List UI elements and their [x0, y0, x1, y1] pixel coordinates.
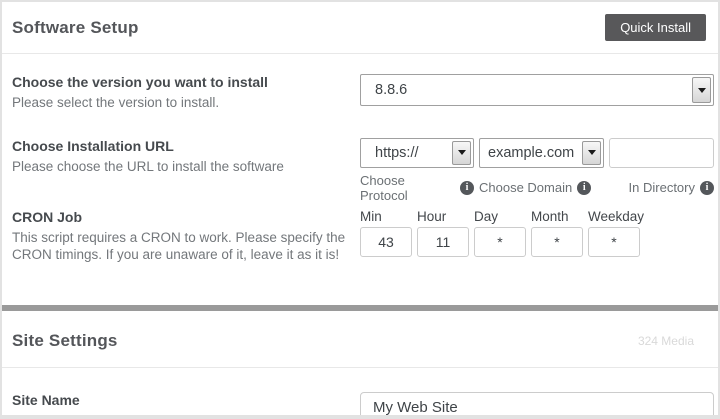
- cron-field-day: Day: [474, 209, 526, 257]
- url-input-group: https:// example.com: [360, 138, 714, 168]
- site-settings-header: Site Settings 324 Media: [2, 311, 718, 368]
- installer-page: Software Setup Quick Install Choose the …: [0, 0, 720, 419]
- cron-day-label: Day: [474, 209, 526, 224]
- directory-hint-label: In Directory: [629, 180, 695, 195]
- software-setup-title: Software Setup: [12, 18, 139, 38]
- cron-label-col: CRON Job This script requires a CRON to …: [12, 209, 360, 264]
- url-ctrl-col: https:// example.com Choose Protocol i C…: [360, 138, 714, 203]
- url-label-col: Choose Installation URL Please choose th…: [12, 138, 360, 176]
- site-name-label: Site Name: [12, 392, 350, 408]
- domain-select[interactable]: example.com: [479, 138, 604, 168]
- software-setup-header: Software Setup Quick Install: [2, 2, 718, 54]
- protocol-hint: Choose Protocol i: [360, 173, 474, 203]
- version-help: Please select the version to install.: [12, 95, 350, 112]
- installation-url-row: Choose Installation URL Please choose th…: [2, 138, 718, 203]
- domain-hint: Choose Domain i: [479, 173, 604, 203]
- version-label-col: Choose the version you want to install P…: [12, 74, 360, 112]
- directory-input[interactable]: [609, 138, 714, 168]
- cron-weekday-label: Weekday: [588, 209, 640, 224]
- cron-min-input[interactable]: [360, 227, 412, 257]
- cron-field-hour: Hour: [417, 209, 469, 257]
- domain-hint-label: Choose Domain: [479, 180, 572, 195]
- url-label: Choose Installation URL: [12, 138, 350, 154]
- cron-field-min: Min: [360, 209, 412, 257]
- cron-grid: Min Hour Day Month Weekday: [360, 209, 710, 257]
- cron-hour-label: Hour: [417, 209, 469, 224]
- url-hint-row: Choose Protocol i Choose Domain i In Dir…: [360, 173, 714, 203]
- site-name-row: Site Name: [2, 392, 718, 419]
- site-settings-title: Site Settings: [12, 331, 118, 351]
- site-name-label-col: Site Name: [12, 392, 360, 413]
- cron-hour-input[interactable]: [417, 227, 469, 257]
- chevron-down-icon[interactable]: [582, 141, 601, 165]
- cron-min-label: Min: [360, 209, 412, 224]
- version-select-value: 8.8.6: [375, 82, 407, 98]
- info-icon[interactable]: i: [577, 181, 591, 195]
- chevron-down-icon[interactable]: [452, 141, 471, 165]
- version-row: Choose the version you want to install P…: [2, 74, 718, 112]
- cron-field-month: Month: [531, 209, 583, 257]
- cron-help: This script requires a CRON to work. Ple…: [12, 230, 350, 264]
- info-icon[interactable]: i: [460, 181, 474, 195]
- domain-select-value: example.com: [488, 145, 574, 161]
- version-ctrl-col: 8.8.6: [360, 74, 714, 106]
- chevron-down-icon[interactable]: [692, 77, 711, 103]
- cron-month-input[interactable]: [531, 227, 583, 257]
- cron-field-weekday: Weekday: [588, 209, 640, 257]
- cron-ctrl-col: Min Hour Day Month Weekday: [360, 209, 710, 257]
- info-icon[interactable]: i: [700, 181, 714, 195]
- version-label: Choose the version you want to install: [12, 74, 350, 90]
- url-help: Please choose the URL to install the sof…: [12, 159, 350, 176]
- cron-weekday-input[interactable]: [588, 227, 640, 257]
- site-name-input[interactable]: [360, 392, 714, 419]
- watermark-text: 324 Media: [638, 334, 706, 348]
- cron-month-label: Month: [531, 209, 583, 224]
- quick-install-button[interactable]: Quick Install: [605, 14, 706, 41]
- cron-row: CRON Job This script requires a CRON to …: [2, 209, 718, 264]
- protocol-hint-label: Choose Protocol: [360, 173, 455, 203]
- directory-hint: In Directory i: [609, 173, 714, 203]
- protocol-select-value: https://: [375, 145, 419, 161]
- site-name-ctrl-col: [360, 392, 714, 419]
- version-select[interactable]: 8.8.6: [360, 74, 714, 106]
- cron-day-input[interactable]: [474, 227, 526, 257]
- protocol-select[interactable]: https://: [360, 138, 474, 168]
- cron-label: CRON Job: [12, 209, 350, 225]
